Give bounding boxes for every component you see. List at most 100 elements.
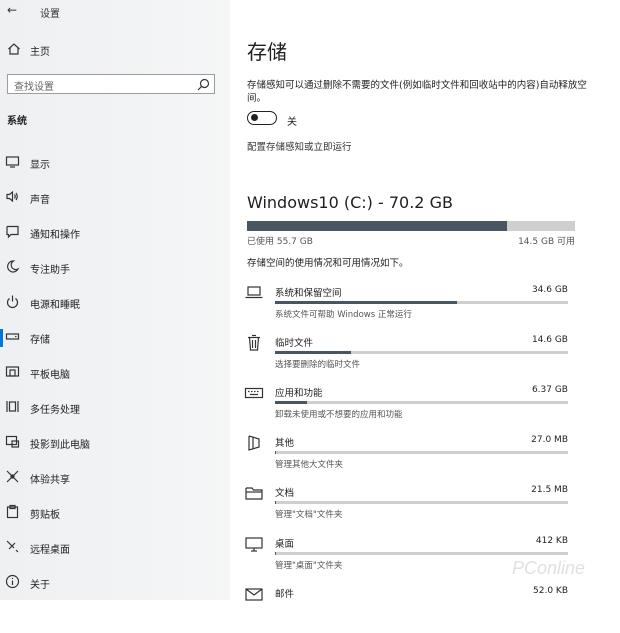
sidebar-item-home[interactable]: 主页: [0, 38, 230, 62]
sidebar-item-label: 通知和操作: [30, 226, 80, 241]
sidebar-item-label: 投影到此电脑: [30, 436, 90, 451]
drive-available-label: 14.5 GB 可用: [518, 234, 575, 247]
mail-icon: [244, 585, 264, 603]
category-usage-bar: [275, 351, 568, 354]
notification-icon: [5, 224, 20, 239]
category-description: 管理"桌面"文件夹: [275, 559, 342, 571]
clipboard-icon: [5, 504, 20, 519]
back-arrow-icon[interactable]: ←: [7, 3, 17, 17]
search-placeholder: 查找设置: [14, 78, 54, 93]
sidebar-item-multitasking[interactable]: 多任务处理: [0, 396, 230, 420]
window-title: 设置: [40, 5, 60, 20]
category-size: 34.6 GB: [532, 285, 568, 295]
search-input[interactable]: 查找设置: [7, 74, 215, 94]
sidebar-item-display[interactable]: 显示: [0, 151, 230, 175]
watermark-text: PConline: [512, 558, 585, 578]
sidebar-item-label: 多任务处理: [30, 401, 80, 416]
category-description: 管理"文档"文件夹: [275, 508, 342, 520]
category-size: 412 KB: [536, 536, 568, 546]
section-title: 系统: [7, 112, 27, 127]
category-mail[interactable]: 邮件 52.0 KB: [244, 585, 584, 633]
sidebar-item-clipboard[interactable]: 剪贴板: [0, 501, 230, 525]
category-other[interactable]: 其他 27.0 MB 管理其他大文件夹: [244, 434, 584, 482]
category-name: 邮件: [275, 586, 294, 600]
sidebar-item-project[interactable]: 投影到此电脑: [0, 431, 230, 455]
folder-icon: [244, 484, 264, 502]
sidebar-item-about[interactable]: 关于: [0, 571, 230, 595]
configure-storage-sense-link[interactable]: 配置存储感知或立即运行: [247, 139, 352, 153]
speaker-icon: [5, 189, 20, 204]
sidebar-item-label: 剪贴板: [30, 506, 60, 521]
sidebar-item-sound[interactable]: 声音: [0, 186, 230, 210]
category-size: 27.0 MB: [531, 435, 568, 445]
trash-icon: [244, 334, 264, 352]
project-icon: [5, 434, 20, 449]
category-size: 52.0 KB: [533, 586, 568, 596]
sidebar-item-label: 平板电脑: [30, 366, 70, 381]
category-usage-bar: [275, 301, 568, 304]
watermark-logo: PConline: [512, 558, 612, 584]
sidebar-item-shared-experiences[interactable]: 体验共享: [0, 466, 230, 490]
category-usage-fill: [275, 401, 307, 404]
search-icon[interactable]: [197, 78, 210, 91]
sidebar-item-label: 专注助手: [30, 261, 70, 276]
usage-description: 存储空间的使用情况和可用情况如下。: [247, 255, 409, 269]
info-icon: [5, 574, 20, 589]
category-name: 系统和保留空间: [275, 285, 342, 299]
sidebar-item-label: 主页: [30, 43, 50, 58]
page-title: 存储: [247, 36, 287, 65]
sidebar: ← 设置 主页 查找设置 系统 显示 声音 通知和操作 专注助手 电源和睡眠 存…: [0, 0, 230, 600]
category-name: 应用和功能: [275, 385, 323, 399]
multitask-icon: [5, 399, 20, 414]
category-size: 21.5 MB: [531, 485, 568, 495]
sidebar-item-label: 电源和睡眠: [30, 296, 80, 311]
sidebar-item-notifications[interactable]: 通知和操作: [0, 221, 230, 245]
category-temp-files[interactable]: 临时文件 14.6 GB 选择要删除的临时文件: [244, 334, 584, 382]
monitor-icon: [244, 535, 264, 553]
sidebar-item-label: 声音: [30, 191, 50, 206]
category-description: 选择要删除的临时文件: [275, 358, 360, 370]
sidebar-item-tablet[interactable]: 平板电脑: [0, 361, 230, 385]
toggle-knob: [251, 114, 258, 121]
category-usage-fill: [275, 451, 276, 454]
drive-used-label: 已使用 55.7 GB: [247, 234, 313, 247]
category-usage-bar: [275, 451, 568, 454]
toggle-state-label: 关: [287, 113, 297, 128]
category-description: 系统文件可帮助 Windows 正常运行: [275, 308, 412, 320]
main-panel: 存储 存储感知可以通过删除不需要的文件(例如临时文件和回收站中的内容)自动释放空…: [230, 0, 620, 600]
sidebar-item-label: 体验共享: [30, 471, 70, 486]
category-description: 管理其他大文件夹: [275, 458, 343, 470]
category-size: 14.6 GB: [532, 335, 568, 345]
sidebar-item-label: 关于: [30, 576, 50, 591]
other-file-icon: [244, 434, 264, 452]
sidebar-item-remote-desktop[interactable]: 远程桌面: [0, 536, 230, 560]
sidebar-item-storage[interactable]: 存储: [0, 326, 230, 350]
sidebar-item-focus-assist[interactable]: 专注助手: [0, 256, 230, 280]
category-apps[interactable]: 应用和功能 6.37 GB 卸载未使用或不想要的应用和功能: [244, 384, 584, 432]
category-documents[interactable]: 文档 21.5 MB 管理"文档"文件夹: [244, 484, 584, 532]
category-size: 6.37 GB: [532, 385, 568, 395]
category-name: 桌面: [275, 536, 294, 550]
category-name: 文档: [275, 485, 294, 499]
sidebar-item-label: 存储: [30, 331, 50, 346]
category-system[interactable]: 系统和保留空间 34.6 GB 系统文件可帮助 Windows 正常运行: [244, 284, 584, 332]
category-usage-bar: [275, 552, 568, 555]
category-name: 其他: [275, 435, 294, 449]
sidebar-item-label: 显示: [30, 156, 50, 171]
display-icon: [5, 154, 20, 169]
sidebar-item-power[interactable]: 电源和睡眠: [0, 291, 230, 315]
keyboard-icon: [244, 384, 264, 402]
home-icon: [7, 42, 21, 56]
drive-usage-fill: [247, 221, 507, 231]
moon-icon: [5, 259, 20, 274]
category-name: 临时文件: [275, 335, 313, 349]
drive-title: Windows10 (C:) - 70.2 GB: [247, 193, 453, 212]
storage-sense-toggle[interactable]: [247, 111, 277, 125]
laptop-icon: [244, 284, 264, 302]
category-usage-fill: [275, 351, 351, 354]
sidebar-item-label: 远程桌面: [30, 541, 70, 556]
storage-sense-description: 存储感知可以通过删除不需要的文件(例如临时文件和回收站中的内容)自动释放空间。: [247, 79, 597, 105]
power-icon: [5, 294, 20, 309]
drive-usage-bar: [247, 221, 575, 231]
category-usage-fill: [275, 501, 276, 504]
